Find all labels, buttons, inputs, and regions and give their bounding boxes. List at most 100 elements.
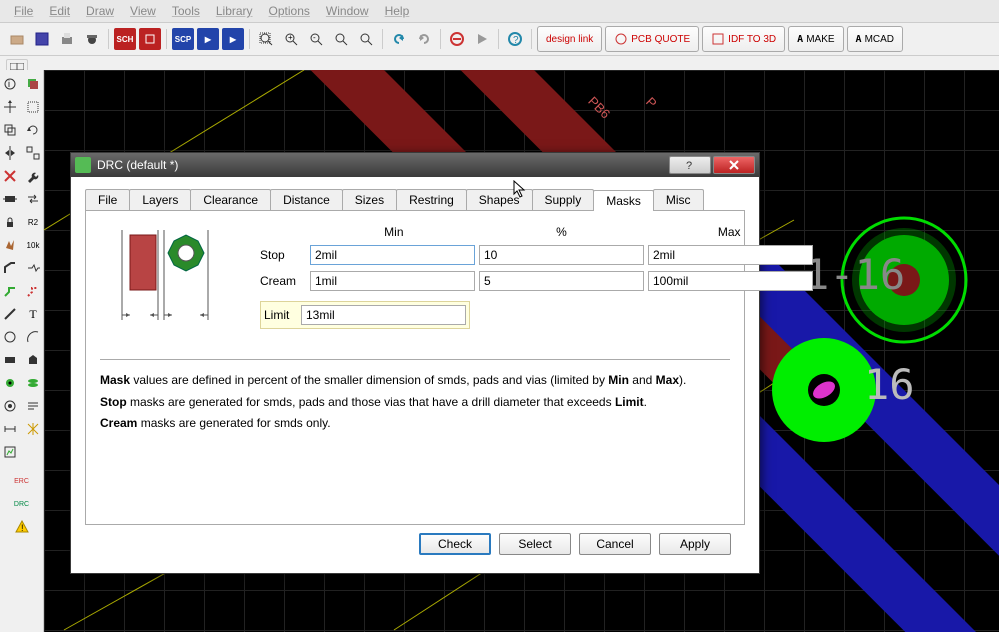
- hole-tool-icon[interactable]: [0, 396, 20, 416]
- svg-text:?: ?: [513, 35, 519, 46]
- text-tool-icon[interactable]: T: [23, 304, 43, 324]
- brd-icon[interactable]: [139, 28, 161, 50]
- stop-min-input[interactable]: [310, 245, 475, 265]
- zoom-fit-icon[interactable]: [255, 28, 277, 50]
- mirror-tool-icon[interactable]: [0, 143, 20, 163]
- help-button[interactable]: ?: [669, 156, 711, 174]
- help-icon[interactable]: ?: [504, 28, 526, 50]
- ratsnest-tool-icon[interactable]: [23, 419, 43, 439]
- stop-icon[interactable]: [446, 28, 468, 50]
- group-tool-icon[interactable]: [23, 143, 43, 163]
- tab-misc[interactable]: Misc: [653, 189, 704, 210]
- menu-library[interactable]: Library: [210, 2, 259, 20]
- move-tool-icon[interactable]: [0, 97, 20, 117]
- drc-tool-icon[interactable]: DRC: [12, 494, 32, 514]
- via-tool-icon[interactable]: [0, 373, 20, 393]
- layers-tool-icon[interactable]: [23, 74, 43, 94]
- copy-tool-icon[interactable]: [0, 120, 20, 140]
- pad-label: 1-16: [804, 250, 905, 299]
- auto-tool-icon[interactable]: [0, 442, 20, 462]
- menu-window[interactable]: Window: [320, 2, 375, 20]
- limit-input[interactable]: [301, 305, 466, 325]
- wire-tool-icon[interactable]: [0, 304, 20, 324]
- menu-view[interactable]: View: [124, 2, 162, 20]
- wrench-tool-icon[interactable]: [23, 166, 43, 186]
- svg-text:!: !: [21, 523, 24, 533]
- mcad-button[interactable]: AMCAD: [847, 26, 903, 52]
- print-icon[interactable]: [56, 28, 78, 50]
- designlink-button[interactable]: design link: [537, 26, 602, 52]
- close-button[interactable]: [713, 156, 755, 174]
- tab-masks[interactable]: Masks: [593, 190, 654, 211]
- split-tool-icon[interactable]: [23, 258, 43, 278]
- tab-restring[interactable]: Restring: [396, 189, 467, 210]
- select-button[interactable]: Select: [499, 533, 571, 555]
- dialog-titlebar[interactable]: DRC (default *) ?: [71, 153, 759, 177]
- tab-clearance[interactable]: Clearance: [190, 189, 271, 210]
- circle-tool-icon[interactable]: [0, 327, 20, 347]
- name-tool-icon[interactable]: R2: [23, 212, 43, 232]
- go-icon[interactable]: [471, 28, 493, 50]
- menu-tools[interactable]: Tools: [166, 2, 206, 20]
- miter-tool-icon[interactable]: [0, 258, 20, 278]
- info-tool-icon[interactable]: i: [0, 74, 20, 94]
- route-tool-icon[interactable]: [0, 281, 20, 301]
- zoom-select-icon[interactable]: [355, 28, 377, 50]
- cream-min-input[interactable]: [310, 271, 475, 291]
- menu-file[interactable]: File: [8, 2, 39, 20]
- zoom-redraw-icon[interactable]: [330, 28, 352, 50]
- tab-shapes[interactable]: Shapes: [466, 189, 533, 210]
- cream-pct-input[interactable]: [479, 271, 644, 291]
- rect-tool-icon[interactable]: [0, 350, 20, 370]
- tab-layers[interactable]: Layers: [129, 189, 191, 210]
- tab-supply[interactable]: Supply: [532, 189, 595, 210]
- tab-strip: File Layers Clearance Distance Sizes Res…: [85, 189, 745, 211]
- smash-tool-icon[interactable]: [0, 235, 20, 255]
- undo-icon[interactable]: [388, 28, 410, 50]
- tab-file[interactable]: File: [85, 189, 130, 210]
- separator: [249, 29, 250, 49]
- tab-sizes[interactable]: Sizes: [342, 189, 397, 210]
- dim-tool-icon[interactable]: [0, 419, 20, 439]
- replace-tool-icon[interactable]: [23, 189, 43, 209]
- sch-icon[interactable]: SCH: [114, 28, 136, 50]
- lock-tool-icon[interactable]: [0, 212, 20, 232]
- ulp-icon[interactable]: ▶: [197, 28, 219, 50]
- cancel-button[interactable]: Cancel: [579, 533, 651, 555]
- apply-button[interactable]: Apply: [659, 533, 731, 555]
- zoom-out-icon[interactable]: -: [305, 28, 327, 50]
- value-tool-icon[interactable]: 10k: [23, 235, 43, 255]
- menu-help[interactable]: Help: [379, 2, 416, 20]
- select-tool-icon[interactable]: [23, 97, 43, 117]
- cam-icon[interactable]: [81, 28, 103, 50]
- polygon-tool-icon[interactable]: [23, 350, 43, 370]
- make-button[interactable]: AMAKE: [788, 26, 843, 52]
- pad-label: 16: [864, 360, 915, 409]
- menu-edit[interactable]: Edit: [43, 2, 76, 20]
- tab-distance[interactable]: Distance: [270, 189, 343, 210]
- menu-draw[interactable]: Draw: [80, 2, 120, 20]
- save-icon[interactable]: [31, 28, 53, 50]
- rotate-tool-icon[interactable]: [23, 120, 43, 140]
- delete-tool-icon[interactable]: [0, 166, 20, 186]
- attr-tool-icon[interactable]: [23, 396, 43, 416]
- signal-tool-icon[interactable]: [23, 373, 43, 393]
- idfto3d-button[interactable]: IDF TO 3D: [702, 26, 785, 52]
- pcbquote-button[interactable]: PCB QUOTE: [605, 26, 699, 52]
- stop-pct-input[interactable]: [479, 245, 644, 265]
- cream-max-input[interactable]: [648, 271, 813, 291]
- stop-max-input[interactable]: [648, 245, 813, 265]
- errors-tool-icon[interactable]: !: [12, 517, 32, 537]
- open-icon[interactable]: [6, 28, 28, 50]
- svg-text:i: i: [8, 79, 10, 89]
- run-icon[interactable]: ▶: [222, 28, 244, 50]
- zoom-in-icon[interactable]: +: [280, 28, 302, 50]
- add-tool-icon[interactable]: [0, 189, 20, 209]
- menu-options[interactable]: Options: [263, 2, 316, 20]
- erc-tool-icon[interactable]: ERC: [12, 471, 32, 491]
- scp-icon[interactable]: SCP: [172, 28, 194, 50]
- ripup-tool-icon[interactable]: [23, 281, 43, 301]
- arc-tool-icon[interactable]: [23, 327, 43, 347]
- redo-icon[interactable]: [413, 28, 435, 50]
- check-button[interactable]: Check: [419, 533, 491, 555]
